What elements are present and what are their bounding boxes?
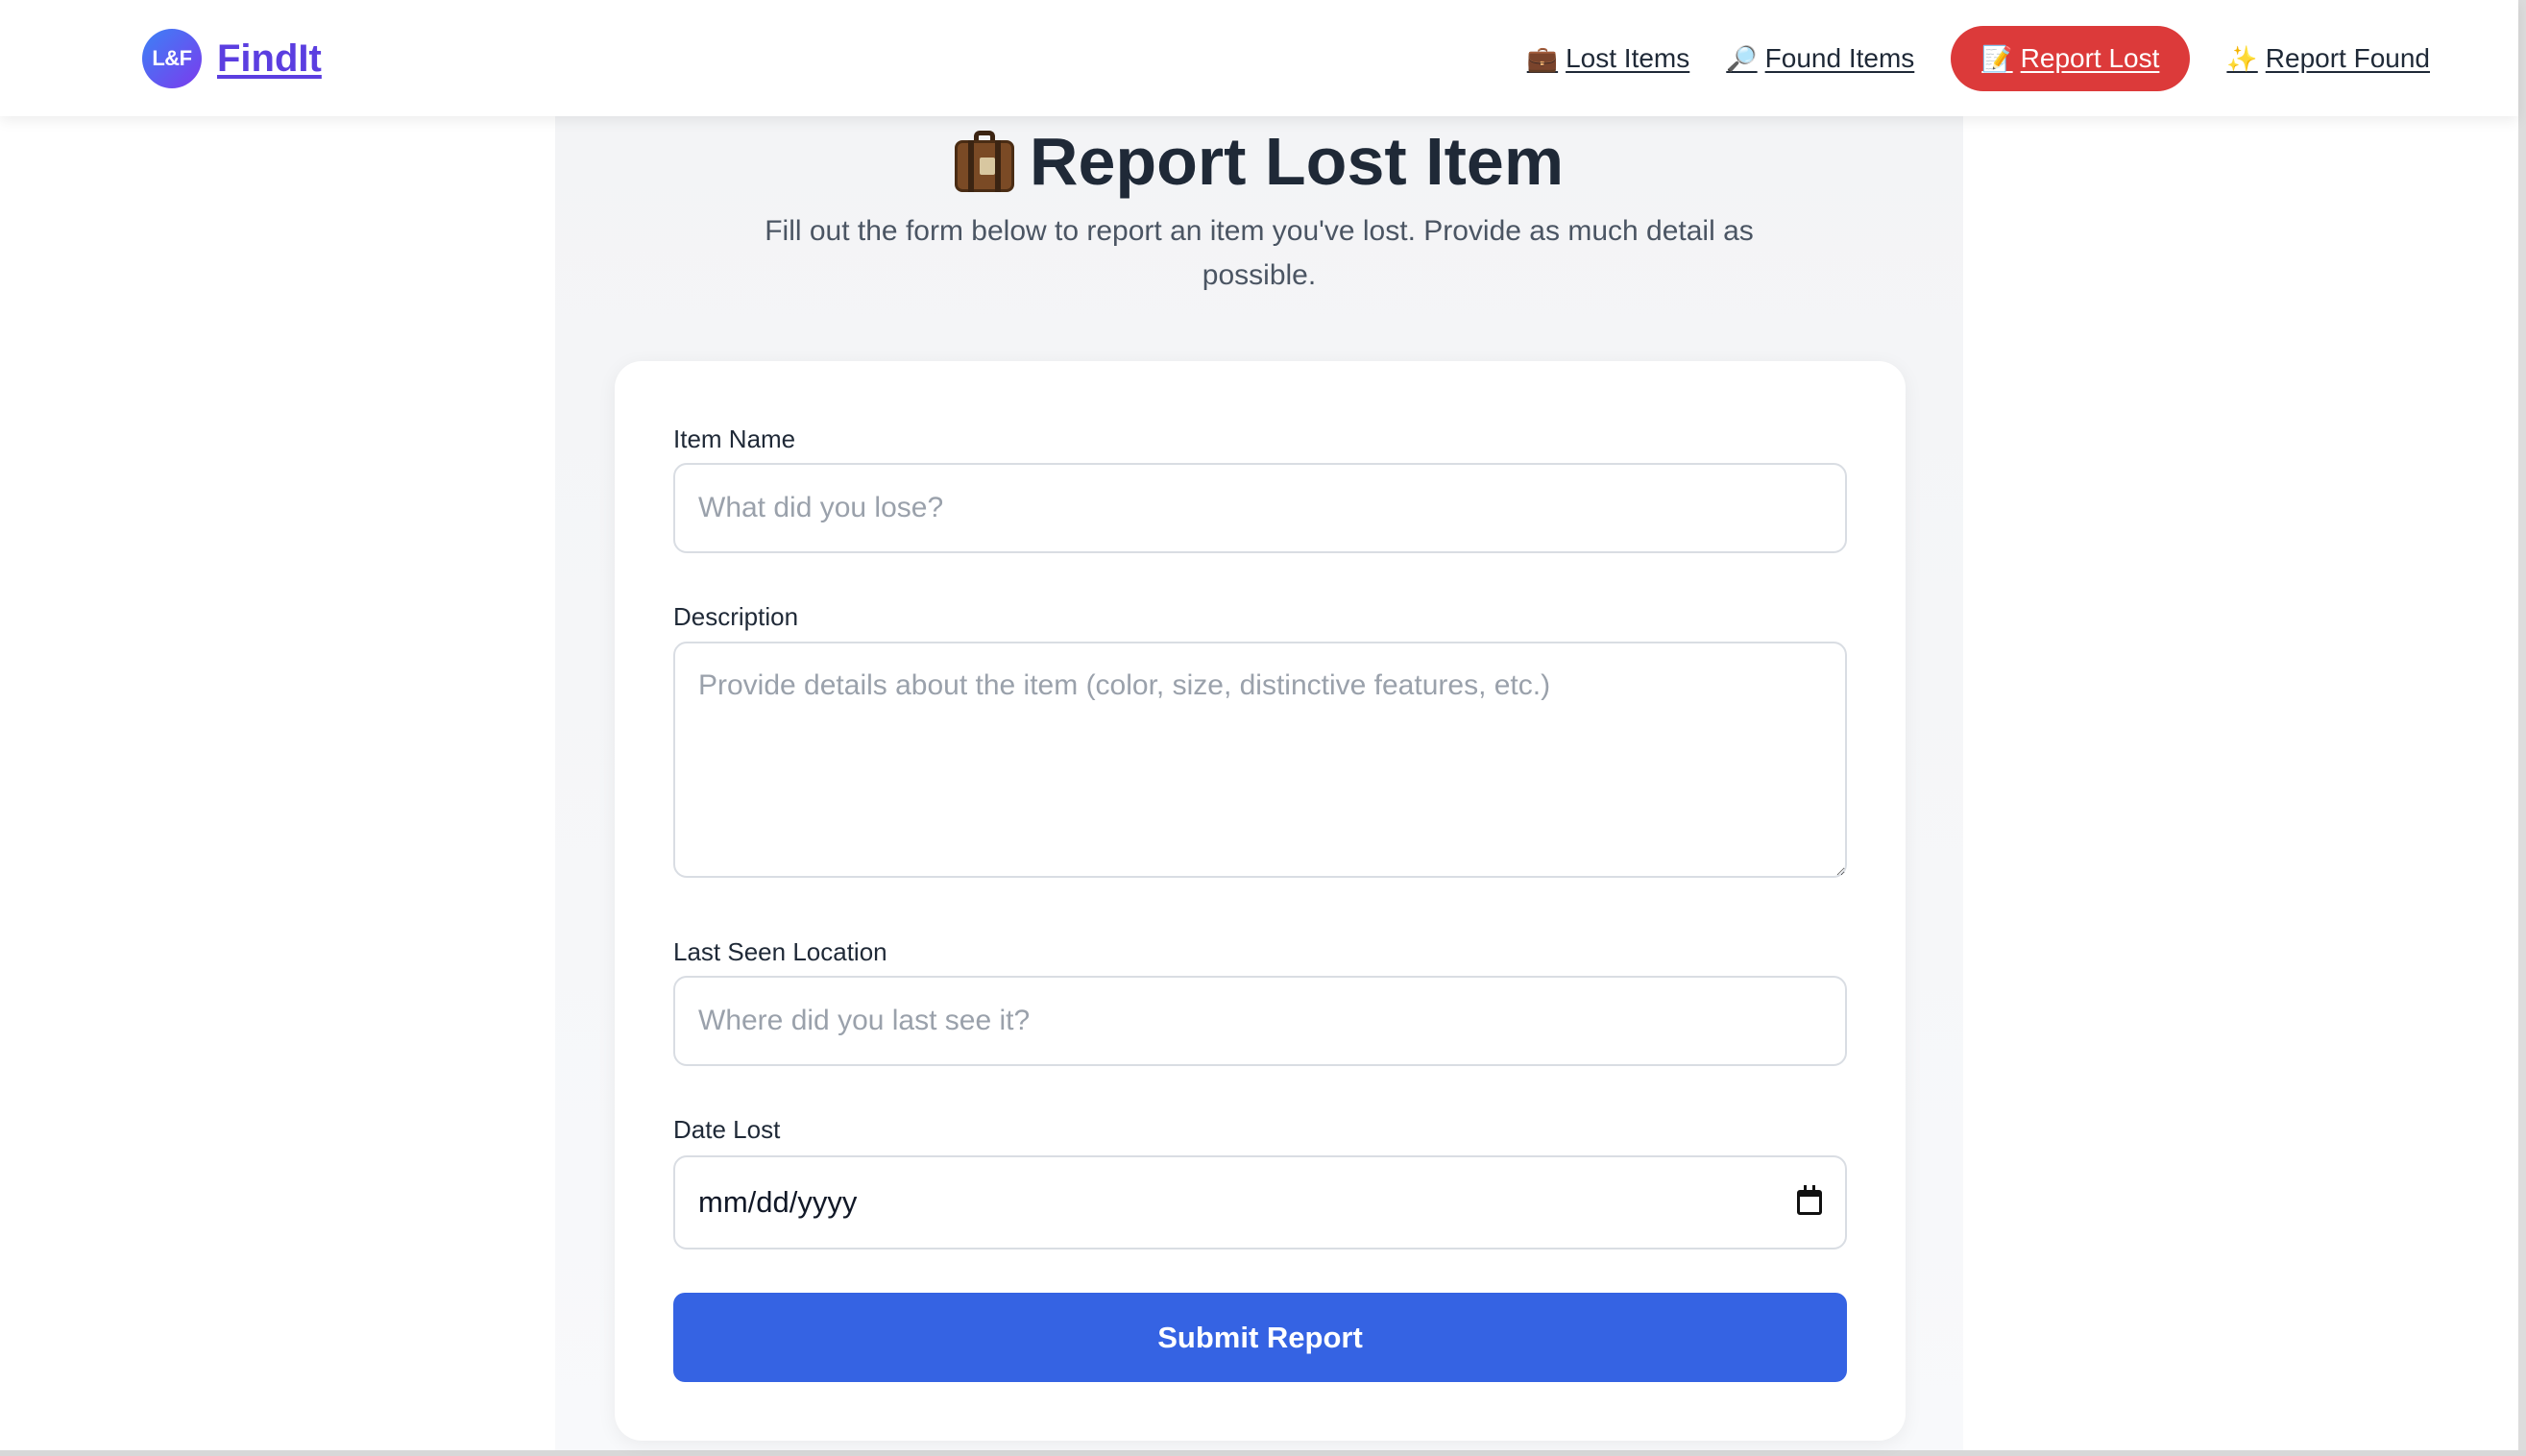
suitcase-icon (954, 131, 1014, 192)
nav-found-items[interactable]: 🔎 Found Items (1726, 26, 1914, 91)
page-title: Report Lost Item (0, 123, 2518, 200)
item-name-input[interactable] (673, 463, 1847, 553)
calendar-icon[interactable] (1797, 1185, 1822, 1215)
date-lost-value: mm/dd/yyyy (698, 1185, 858, 1219)
briefcase-icon: 💼 (1526, 43, 1559, 73)
window-edge (2518, 0, 2526, 1456)
nav-lost-items[interactable]: 💼 Lost Items (1527, 26, 1690, 91)
location-label: Last Seen Location (673, 937, 887, 966)
main-nav: 💼 Lost Items 🔎 Found Items 📝 Report Lost… (1527, 26, 2430, 91)
nav-report-lost-label: Report Lost (2020, 43, 2160, 73)
nav-found-items-label: Found Items (1764, 43, 1915, 73)
date-lost-input[interactable]: mm/dd/yyyy (673, 1155, 1847, 1250)
nav-report-found-label: Report Found (2265, 43, 2430, 73)
date-lost-label: Date Lost (673, 1115, 781, 1144)
window-bottom-edge (0, 1450, 2526, 1456)
nav-report-found[interactable]: ✨ Report Found (2226, 26, 2430, 91)
page-title-text: Report Lost Item (1029, 124, 1565, 199)
logo-badge: L&F (142, 29, 202, 88)
sparkles-icon: ✨ (2226, 43, 2258, 73)
item-name-label: Item Name (673, 425, 796, 453)
brand-link[interactable]: L&F FindIt (142, 28, 322, 89)
brand-name: FindIt (217, 36, 322, 80)
description-label: Description (673, 602, 799, 631)
location-input[interactable] (673, 976, 1847, 1066)
description-textarea[interactable] (673, 642, 1847, 878)
top-navbar: L&F FindIt 💼 Lost Items 🔎 Found Items 📝 … (0, 0, 2518, 116)
memo-icon: 📝 (1981, 43, 2013, 73)
report-lost-form: Item Name Description Last Seen Location… (615, 361, 1906, 1441)
nav-lost-items-label: Lost Items (1566, 43, 1690, 73)
submit-report-button[interactable]: Submit Report (673, 1293, 1847, 1382)
page-subtitle: Fill out the form below to report an ite… (765, 215, 1754, 291)
magnifier-icon: 🔎 (1726, 43, 1758, 73)
nav-report-lost[interactable]: 📝 Report Lost (1951, 26, 2191, 91)
